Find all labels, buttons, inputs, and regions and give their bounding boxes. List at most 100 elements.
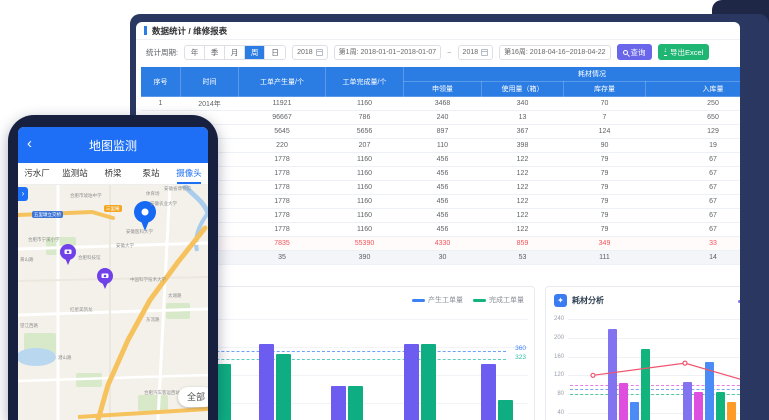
gridline (568, 319, 740, 320)
table-row: 177811604561227967 (141, 167, 741, 181)
map-label: 合肥市琥珀中学 (70, 193, 102, 198)
cell: 96667 (239, 111, 326, 125)
expand-panel-button[interactable]: › (18, 187, 28, 201)
tab-污水厂[interactable]: 污水厂 (18, 163, 56, 184)
breadcrumb-accent (144, 26, 147, 35)
consumable-bar (727, 402, 736, 420)
period-option-日[interactable]: 日 (265, 46, 285, 59)
start-year-value: 2018 (297, 49, 313, 56)
start-week-input[interactable]: 第1周: 2018-01-01~2018-01-07 (334, 45, 441, 60)
col-header-completed: 工单完成量/个 (326, 67, 404, 97)
cell: 220 (239, 139, 326, 153)
ref-line (570, 385, 740, 386)
calendar-icon (316, 49, 323, 56)
gridline (568, 338, 740, 339)
period-option-周[interactable]: 周 (245, 46, 265, 59)
cell: 207 (326, 139, 404, 153)
cell: 14 (646, 251, 741, 265)
end-year-select[interactable]: 2018 (458, 45, 494, 60)
cell: 67 (646, 209, 741, 223)
table-row: 56455656897367124129 (141, 125, 741, 139)
end-week-input[interactable]: 第16周: 2018-04-16~2018-04-22 (499, 45, 610, 60)
cell: 90 (564, 139, 646, 153)
start-year-select[interactable]: 2018 (292, 45, 328, 60)
map-label: 安徽大学 (116, 243, 134, 248)
table-row: 12014年119211160346834070250 (141, 97, 741, 111)
period-option-季[interactable]: 季 (205, 46, 225, 59)
workorder-chart-legend: 产生工单量 完成工单量 (412, 295, 524, 305)
road-badge: 五里墩立交桥 (32, 211, 63, 218)
all-filter-button[interactable]: 全部 (178, 387, 208, 407)
tab-泵站[interactable]: 泵站 (132, 163, 170, 184)
charts-row: 产生工单量 完成工单量 360 323 (136, 286, 740, 420)
cell: 1778 (239, 209, 326, 223)
cell: 1778 (239, 195, 326, 209)
cell: 67 (646, 195, 741, 209)
end-week-value: 第16周: 2018-04-16~2018-04-22 (504, 47, 605, 57)
total-row: 合计783555390433085934933 (141, 237, 741, 251)
tab-监测站[interactable]: 监测站 (56, 163, 94, 184)
cell: 367 (482, 125, 564, 139)
period-option-月[interactable]: 月 (225, 46, 245, 59)
cell: 79 (564, 181, 646, 195)
phone: ‹ 地图监测 污水厂监测站桥梁泵站摄像头 (8, 115, 218, 420)
camera-pin[interactable] (60, 244, 76, 265)
calendar-icon (481, 49, 488, 56)
gridline (568, 413, 740, 414)
map-label: 合肥市宁溪小学 (28, 237, 60, 242)
download-icon: ↓ (664, 48, 668, 56)
map-label: 潜山路 (58, 355, 72, 360)
cell: 79 (564, 153, 646, 167)
map-label: 东流路 (146, 317, 160, 322)
ref-label-360: 360 (515, 345, 526, 352)
consumables-chart-card: ✦ 耗材分析 2402001601208040 (545, 286, 740, 420)
bar-产生工单量-2 (259, 344, 274, 420)
map-label: 安徽医科大学 (126, 229, 153, 234)
cell: 1160 (326, 97, 404, 111)
map-label: 太湖路 (168, 293, 182, 298)
tab-桥梁[interactable]: 桥梁 (94, 163, 132, 184)
back-icon[interactable]: ‹ (27, 135, 32, 153)
map-graphics (18, 185, 208, 420)
cell: 4330 (404, 237, 482, 251)
map-label: 体育场 (146, 191, 160, 196)
col-header-consumables-group: 耗材情况 (404, 67, 741, 82)
y-tick: 80 (548, 391, 564, 397)
map-canvas[interactable]: 合肥市琥珀中学体育场安徽农业大学安徽省博物馆安徽医科大学合肥市宁溪小学安徽大学合… (18, 185, 208, 420)
cell: 1160 (326, 181, 404, 195)
consumable-bar (683, 382, 692, 420)
cell: 30 (404, 251, 482, 265)
cell: 33 (646, 237, 741, 251)
y-tick: 240 (548, 316, 564, 322)
cell: 122 (482, 195, 564, 209)
bar-完成工单量-5 (498, 400, 513, 420)
tab-摄像头[interactable]: 摄像头 (170, 163, 208, 184)
table-row: 177811604561227967 (141, 181, 741, 195)
col-header-created: 工单产生量/个 (239, 67, 326, 97)
query-button[interactable]: 查询 (617, 44, 652, 60)
y-tick: 200 (548, 335, 564, 341)
legend-swatch (473, 299, 486, 302)
export-excel-button[interactable]: ↓ 导出Excel (658, 44, 710, 60)
legend-swatch-cut (738, 300, 740, 303)
map-label: 中国科学技术大学 (130, 277, 166, 282)
end-year-value: 2018 (463, 49, 479, 56)
map-label: 合肥科技馆 (78, 255, 101, 260)
ref-label-323: 323 (515, 354, 526, 361)
cell: 897 (404, 125, 482, 139)
map-label: 红星美凯龙 (70, 307, 93, 312)
col-header-sub-3: 入库量 (646, 82, 741, 97)
cell: 53 (482, 251, 564, 265)
table-row: 177811604561227967 (141, 209, 741, 223)
map-label: 望江西路 (20, 323, 38, 328)
consumables-chart-header: ✦ 耗材分析 (554, 294, 604, 307)
period-option-年[interactable]: 年 (185, 46, 205, 59)
cell: 1778 (239, 223, 326, 237)
cell: 650 (646, 111, 741, 125)
cell: 79 (564, 223, 646, 237)
cell: 67 (646, 181, 741, 195)
cell: 67 (646, 153, 741, 167)
cell: 67 (646, 167, 741, 181)
cell: 124 (564, 125, 646, 139)
cell: 110 (404, 139, 482, 153)
